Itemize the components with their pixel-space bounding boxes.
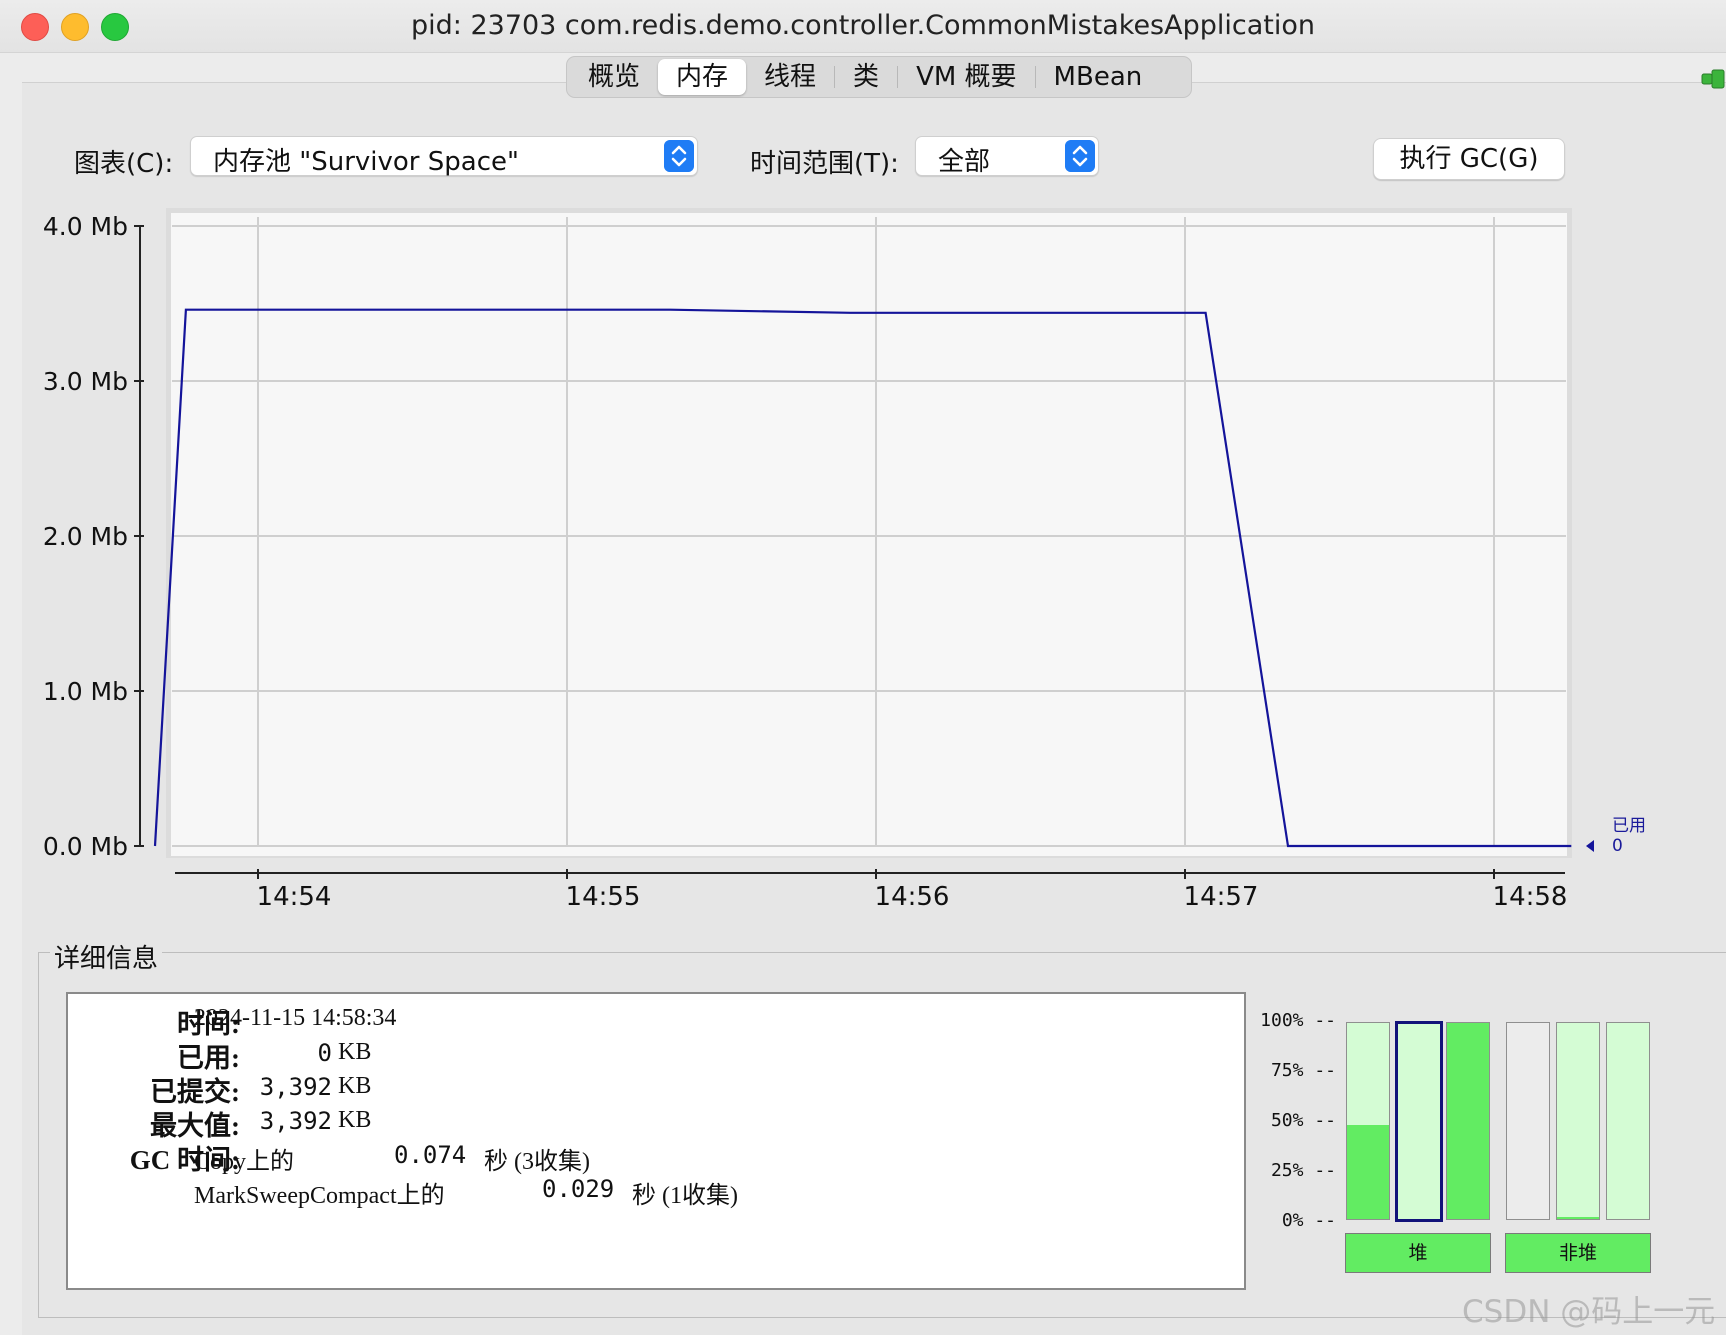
legend-value: 0	[1612, 836, 1623, 856]
pool-axis-100: 100% --	[1260, 1010, 1336, 1031]
gc-copy-time: 0.074	[394, 1141, 467, 1169]
x-tick-label: 14:54	[257, 882, 332, 912]
detail-row-committed: 已提交: 3,392 KB	[68, 1070, 1168, 1107]
detail-max-unit: KB	[338, 1107, 372, 1133]
x-tick-label: 14:57	[1184, 882, 1259, 912]
pool-fill	[1557, 1217, 1599, 1219]
y-tick-label: 3.0 Mb	[43, 367, 128, 396]
nonheap-pool-bar-2[interactable]	[1556, 1022, 1600, 1220]
pool-axis-25: 25% --	[1270, 1160, 1336, 1181]
chart-legend: 已用0	[1586, 816, 1646, 856]
pool-axis-50: 50% --	[1270, 1110, 1336, 1131]
nonheap-pool-bar-3[interactable]	[1606, 1022, 1650, 1220]
y-tick-label: 0.0 Mb	[43, 832, 128, 861]
y-tick-label: 4.0 Mb	[43, 212, 128, 241]
nonheap-pool-bar-1[interactable]	[1506, 1022, 1550, 1220]
x-tick-label: 14:58	[1493, 882, 1568, 912]
memory-usage-chart: 0.0 Mb 1.0 Mb 2.0 Mb 3.0 Mb 4.0 Mb 14:54 14:55…	[43, 208, 1646, 912]
legend-marker-icon	[1586, 840, 1594, 852]
x-tick-label: 14:56	[875, 882, 950, 912]
gc-marksweep-unit: 秒	[632, 1183, 656, 1209]
gc-copy-name: Copy上的	[194, 1149, 295, 1175]
pool-fill	[1347, 1124, 1389, 1219]
nonheap-button[interactable]: 非堆	[1505, 1233, 1651, 1273]
gc-marksweep-name: MarkSweepCompact上的	[194, 1183, 445, 1209]
detail-max-value: 3,392	[259, 1107, 332, 1135]
y-tick-label: 2.0 Mb	[43, 522, 128, 551]
pool-fill	[1447, 1023, 1489, 1219]
detail-row-used: 已用: 0 KB	[68, 1036, 1168, 1073]
legend-label: 已用	[1612, 816, 1646, 836]
gc-marksweep-time: 0.029	[542, 1175, 615, 1203]
y-tick-label: 1.0 Mb	[43, 677, 128, 706]
heap-pool-bar-survivor[interactable]	[1395, 1021, 1443, 1222]
gc-marksweep-count: (1收集)	[662, 1183, 738, 1209]
details-title: 详细信息	[50, 938, 163, 975]
detail-committed-value: 3,392	[259, 1073, 332, 1101]
heap-button[interactable]: 堆	[1345, 1233, 1491, 1273]
detail-row-gc-copy: GC 时间: Copy上的 0.074 秒 (3收集)	[68, 1138, 1168, 1175]
detail-used-unit: KB	[338, 1039, 372, 1065]
heap-pool-bar-eden[interactable]	[1346, 1022, 1390, 1220]
detail-committed-unit: KB	[338, 1073, 372, 1099]
watermark: CSDN @码上一元	[1462, 1294, 1716, 1330]
detail-row-time: 时间: 2024-11-15 14:58:34	[68, 1002, 1168, 1039]
gc-copy-unit: 秒	[484, 1149, 508, 1175]
pool-axis-0: 0% --	[1281, 1210, 1336, 1231]
heap-pool-bar-old-gen[interactable]	[1446, 1022, 1490, 1220]
gc-copy-count: (3收集)	[514, 1149, 590, 1175]
details-info-box: 时间: 2024-11-15 14:58:34 已用: 0 KB 已提交: 3,…	[66, 992, 1246, 1290]
detail-row-gc-marksweep: MarkSweepCompact上的 0.029 秒 (1收集)	[68, 1172, 1168, 1209]
pool-axis-75: 75% --	[1270, 1060, 1336, 1081]
detail-time-value: 2024-11-15 14:58:34	[194, 1005, 397, 1031]
detail-row-max: 最大值: 3,392 KB	[68, 1104, 1168, 1141]
detail-used-value: 0	[317, 1039, 332, 1067]
x-tick-label: 14:55	[566, 882, 641, 912]
